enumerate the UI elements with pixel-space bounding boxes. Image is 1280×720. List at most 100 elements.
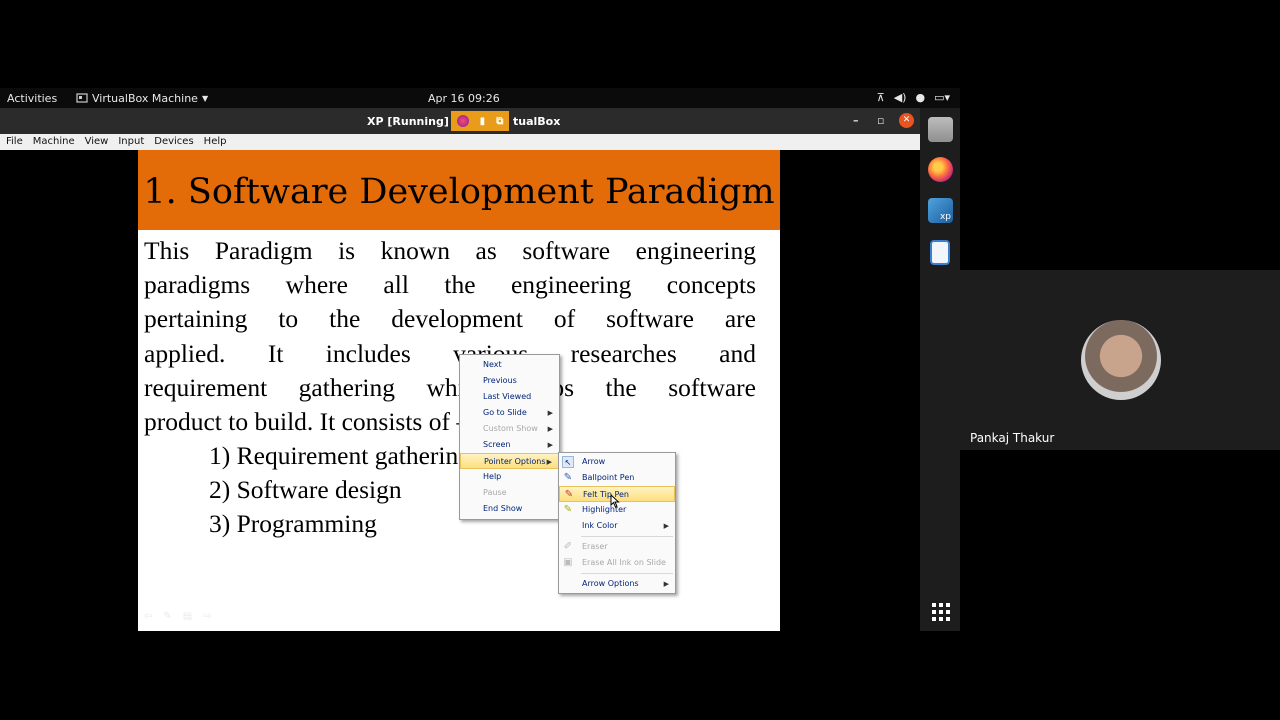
menu-item-label: Help <box>483 472 502 481</box>
menu-machine[interactable]: Machine <box>28 134 80 150</box>
activities-button[interactable]: Activities <box>7 92 57 105</box>
slide-title: 1. Software Development Paradigm <box>138 150 780 230</box>
firefox-icon[interactable] <box>928 157 953 182</box>
menu-item-label: Arrow Options <box>582 579 639 588</box>
menu-item-previous[interactable]: Previous <box>460 373 559 389</box>
screen-share-indicator: ▮ ⧉ <box>451 111 509 131</box>
virtualbox-icon <box>76 93 88 103</box>
menu-item-eraser: ✐ Eraser <box>559 539 675 555</box>
ubuntu-dock: xp <box>920 108 960 631</box>
menu-item-label: Screen <box>483 440 511 449</box>
window-title-tail: tualBox <box>513 115 561 128</box>
menu-item-ballpoint-pen[interactable]: ✎ Ballpoint Pen <box>559 470 675 486</box>
menu-item-arrow[interactable]: ↖ Arrow <box>559 454 675 470</box>
volume-icon[interactable]: ◀) <box>894 91 907 104</box>
menu-item-label: Pointer Options <box>484 457 546 466</box>
slide-body-line: applied. It includes various researches … <box>144 338 756 368</box>
submenu-arrow-icon: ▶ <box>547 425 553 433</box>
screen-share-icon: ⧉ <box>496 115 504 127</box>
app-menu[interactable]: VirtualBox Machine ▼ <box>76 92 208 105</box>
menu-item-label: Last Viewed <box>483 392 532 401</box>
virtualbox-xp-icon[interactable]: xp <box>928 198 953 223</box>
menu-icon[interactable]: ▤ <box>183 611 192 622</box>
slide-list-item: 1) Requirement gathering <box>209 441 471 470</box>
slide-list-item: 2) Software design <box>209 475 402 504</box>
menu-devices[interactable]: Devices <box>149 134 198 150</box>
ballpoint-pen-icon: ✎ <box>563 472 573 483</box>
menu-item-label: Ballpoint Pen <box>582 473 635 482</box>
close-button[interactable]: ✕ <box>899 113 914 128</box>
app-menu-label: VirtualBox Machine <box>92 92 198 105</box>
highlighter-icon: ✎ <box>563 504 573 515</box>
participant-tile[interactable]: Pankaj Thakur <box>960 270 1280 450</box>
microphone-icon[interactable]: ● <box>915 91 925 104</box>
menu-separator <box>581 573 673 574</box>
menu-item-screen[interactable]: Screen ▶ <box>460 437 559 453</box>
menu-item-custom-show: Custom Show ▶ <box>460 421 559 437</box>
menu-item-end-show[interactable]: End Show <box>460 501 559 517</box>
menu-item-go-to-slide[interactable]: Go to Slide ▶ <box>460 405 559 421</box>
files-icon[interactable] <box>928 117 953 142</box>
submenu-arrow-icon: ▶ <box>547 441 553 449</box>
menu-item-label: Eraser <box>582 542 608 551</box>
slide-body-line: pertaining to the development of softwar… <box>144 304 756 334</box>
vbox-menubar: File Machine View Input Devices Help <box>0 134 920 150</box>
clock[interactable]: Apr 16 09:26 <box>428 92 500 105</box>
felt-tip-pen-icon: ✎ <box>564 489 574 500</box>
menu-item-label: Felt Tip Pen <box>583 490 630 499</box>
maximize-button[interactable]: ▫ <box>877 114 884 127</box>
menu-item-help[interactable]: Help <box>460 469 559 485</box>
erase-all-icon: ▣ <box>563 557 573 568</box>
slide-body-line: product to build. It consists of – <box>144 407 470 437</box>
next-slide-icon[interactable]: ⇨ <box>203 611 211 622</box>
chevron-down-icon: ▼ <box>201 94 209 103</box>
menu-item-pointer-options[interactable]: Pointer Options ▶ <box>460 453 559 469</box>
menu-item-next[interactable]: Next <box>460 357 559 373</box>
show-applications-icon[interactable] <box>932 603 950 621</box>
menu-item-erase-all-ink: ▣ Erase All Ink on Slide <box>559 555 675 571</box>
menu-item-ink-color[interactable]: Ink Color ▶ <box>559 518 675 534</box>
submenu-arrow-icon: ▶ <box>546 458 552 466</box>
slide-navigation: ⇦ ✎ ▤ ⇨ <box>144 611 212 622</box>
menu-item-arrow-options[interactable]: Arrow Options ▶ <box>559 576 675 592</box>
participant-avatar <box>1081 320 1161 400</box>
menu-input[interactable]: Input <box>113 134 149 150</box>
pointer-options-submenu: ↖ Arrow ✎ Ballpoint Pen ✎ Felt Tip Pen ✎… <box>558 452 676 594</box>
slide-body-line: paradigms where all the engineering conc… <box>144 270 756 300</box>
system-tray[interactable]: ⊼ ◀) ● ▭▾ <box>877 91 950 104</box>
menu-item-label: Go to Slide <box>483 408 527 417</box>
menu-item-label: Erase All Ink on Slide <box>582 558 666 567</box>
participant-name: Pankaj Thakur <box>970 431 1055 445</box>
text-editor-icon[interactable] <box>930 240 950 265</box>
submenu-arrow-icon: ▶ <box>663 580 669 588</box>
menu-item-last-viewed[interactable]: Last Viewed <box>460 389 559 405</box>
pen-icon[interactable]: ✎ <box>163 611 171 622</box>
arrow-pointer-icon: ↖ <box>562 456 574 468</box>
slide-body-line: requirement gathering which helps the so… <box>144 372 756 402</box>
network-icon[interactable]: ⊼ <box>877 91 885 104</box>
submenu-arrow-icon: ▶ <box>547 409 553 417</box>
menu-item-pause: Pause <box>460 485 559 501</box>
eraser-icon: ✐ <box>563 541 573 552</box>
slide-body-line: This Paradigm is known as software engin… <box>144 236 756 265</box>
menu-item-label: End Show <box>483 504 523 513</box>
menu-help[interactable]: Help <box>199 134 232 150</box>
menu-item-label: Custom Show <box>483 424 538 433</box>
menu-view[interactable]: View <box>80 134 114 150</box>
firefox-small-icon <box>456 115 469 127</box>
slide-body: This Paradigm is known as software engin… <box>144 234 756 439</box>
menu-item-label: Ink Color <box>582 521 618 530</box>
menu-item-label: Arrow <box>582 457 606 466</box>
menu-item-label: Next <box>483 360 502 369</box>
menu-separator <box>581 536 673 537</box>
battery-icon[interactable]: ▭▾ <box>934 91 950 104</box>
microphone-icon: ▮ <box>479 115 486 127</box>
top-bar: Activities VirtualBox Machine ▼ Apr 16 0… <box>0 88 960 108</box>
menu-item-label: Previous <box>483 376 517 385</box>
screen: Activities VirtualBox Machine ▼ Apr 16 0… <box>0 0 1280 720</box>
slideshow-context-menu: Next Previous Last Viewed Go to Slide ▶ C… <box>459 354 560 520</box>
window-titlebar[interactable]: XP [Running] - O ▮ ⧉ tualBox – ▫ ✕ <box>0 108 920 134</box>
menu-file[interactable]: File <box>0 134 28 150</box>
previous-slide-icon[interactable]: ⇦ <box>144 611 152 622</box>
minimize-button[interactable]: – <box>853 114 859 127</box>
